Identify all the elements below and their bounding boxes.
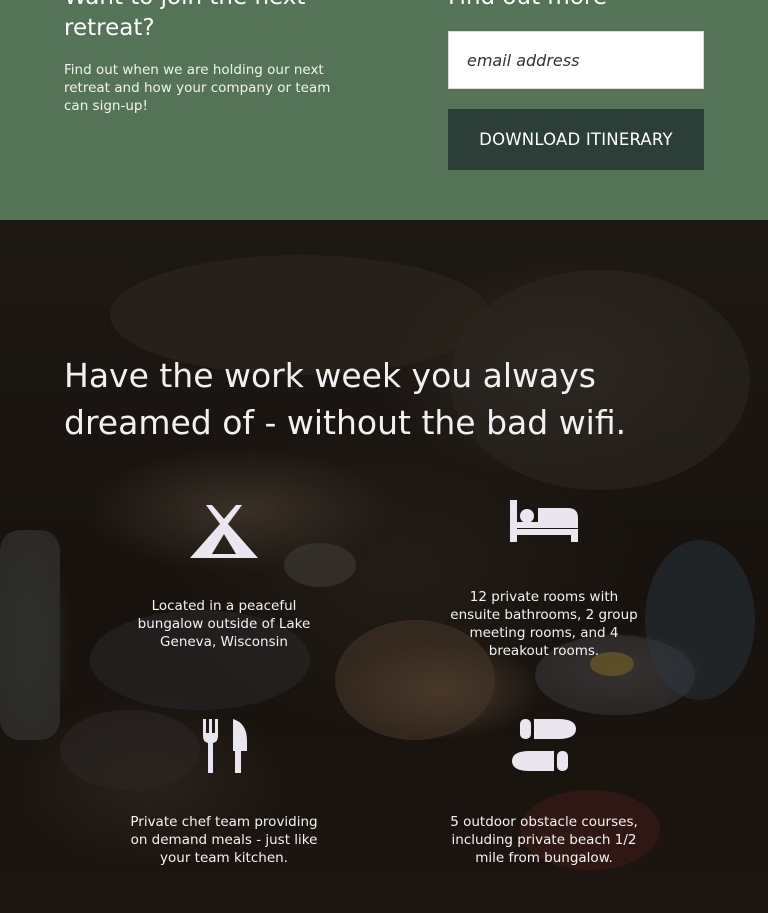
tent-icon xyxy=(190,505,258,558)
shoe-prints-icon xyxy=(512,719,576,771)
signup-title: Want to join the next retreat? xyxy=(64,0,305,41)
feature-text-rooms: 12 private rooms with ensuite bathrooms,… xyxy=(450,589,638,659)
email-input[interactable] xyxy=(448,31,704,89)
signup-description: Find out when we are holding our next re… xyxy=(64,62,331,114)
utensils-icon xyxy=(203,719,247,773)
feature-text-location: Located in a peaceful bungalow outside o… xyxy=(137,598,311,650)
download-itinerary-button[interactable]: DOWNLOAD ITINERARY xyxy=(448,109,704,170)
find-out-more-title: Find out more xyxy=(448,0,607,13)
background-photo xyxy=(0,255,755,870)
feature-text-obstacle: 5 outdoor obstacle courses, including pr… xyxy=(450,814,638,866)
hero-section: Have the work week you always dreamed of… xyxy=(0,220,768,913)
hero-headline: Have the work week you always dreamed of… xyxy=(64,356,627,442)
bed-icon xyxy=(510,500,578,542)
feature-text-chef: Private chef team providing on demand me… xyxy=(130,814,318,866)
signup-section: Want to join the next retreat? Find out … xyxy=(0,0,768,220)
